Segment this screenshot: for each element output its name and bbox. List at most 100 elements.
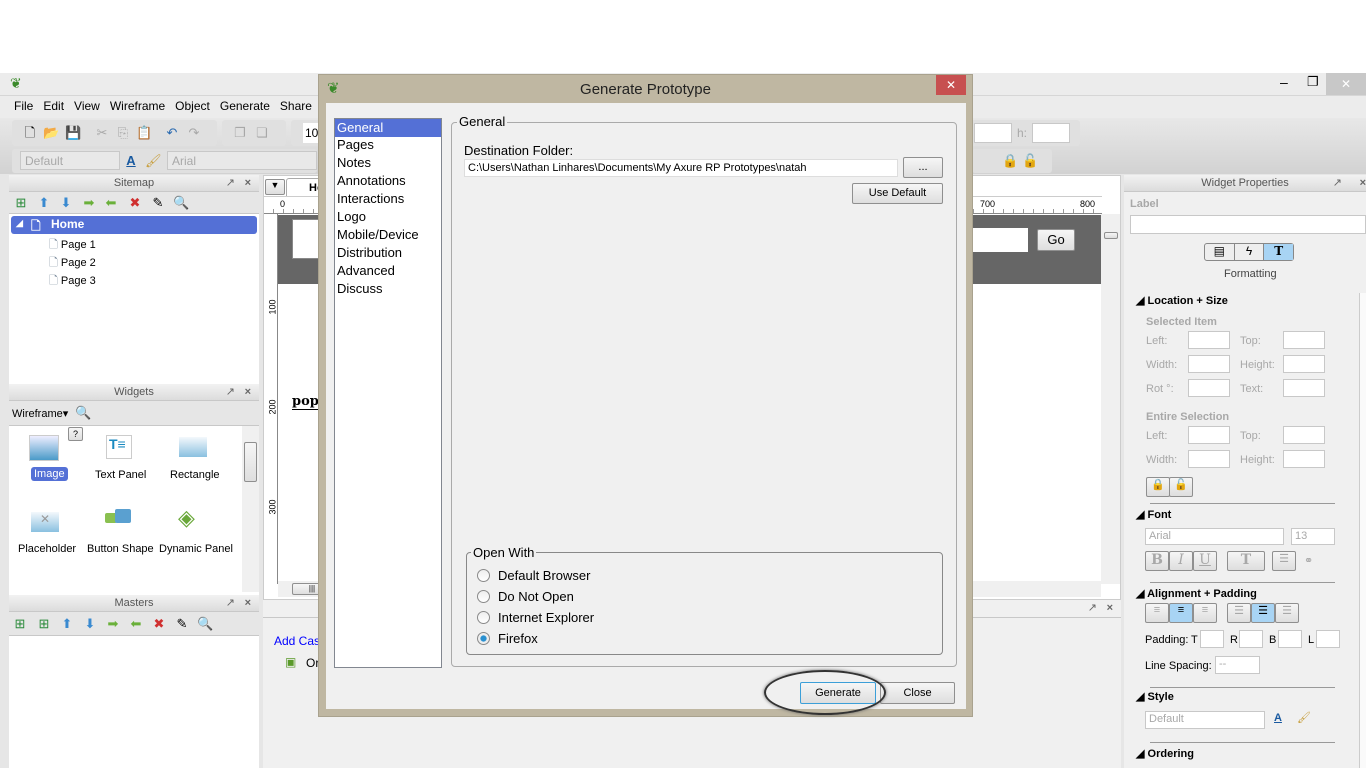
popout-icon[interactable]: ↗ (226, 595, 235, 612)
go-button[interactable]: Go (1037, 229, 1075, 251)
dialog-close-icon[interactable]: ✕ (936, 75, 966, 95)
padding-right-field[interactable] (1239, 630, 1263, 648)
padding-top-field[interactable] (1200, 630, 1224, 648)
nav-item-interactions[interactable]: Interactions (335, 191, 441, 209)
new-file-icon[interactable]: 🗋 (22, 125, 38, 141)
delete-icon[interactable]: ✖ (151, 616, 167, 632)
widget-dynamic-panel[interactable]: Dynamic Panel (159, 543, 233, 555)
menu-file[interactable]: File (14, 96, 38, 118)
maximize-button[interactable]: ❐ (1307, 74, 1319, 90)
scroll-thumb[interactable] (1104, 232, 1118, 239)
move-down-icon[interactable]: ⬇ (82, 616, 98, 632)
close-icon[interactable]: × (1360, 175, 1366, 192)
sitemap-item-page-1[interactable]: 🗋 Page 1 (49, 236, 96, 255)
align-top-icon[interactable]: ☰ (1227, 603, 1251, 623)
italic-button[interactable]: I (1169, 551, 1193, 571)
close-icon[interactable]: × (245, 175, 251, 192)
outdent-icon[interactable]: ⬅ (128, 616, 144, 632)
search-icon[interactable]: 🔍 (75, 405, 91, 421)
minimize-button[interactable]: – (1280, 74, 1288, 90)
scroll-thumb[interactable] (244, 442, 257, 482)
lock-icon[interactable]: 🔒 (1002, 153, 1018, 169)
send-back-icon[interactable]: ❏ (254, 125, 270, 141)
radio-do-not-open[interactable]: Do Not Open (477, 589, 574, 604)
nav-item-notes[interactable]: Notes (335, 155, 441, 173)
style-select[interactable]: Default (20, 151, 120, 170)
add-case-link[interactable]: Add Cas (274, 634, 320, 648)
popout-icon[interactable]: ↗ (226, 175, 235, 192)
unlock-icon[interactable]: 🔓 (1022, 153, 1038, 169)
sitemap-item-home[interactable]: ◢ 🗋 Home (11, 216, 257, 234)
popout-icon[interactable]: ↗ (1333, 175, 1342, 192)
nav-item-general[interactable]: General (335, 119, 441, 137)
close-icon[interactable]: × (245, 384, 251, 401)
indent-icon[interactable]: ➡ (81, 195, 97, 211)
padding-left-field[interactable] (1316, 630, 1340, 648)
nav-item-advanced[interactable]: Advanced (335, 263, 441, 281)
sitemap-item-page-2[interactable]: 🗋 Page 2 (49, 254, 96, 273)
align-left-icon[interactable]: ≡ (1145, 603, 1169, 623)
move-down-icon[interactable]: ⬇ (58, 195, 74, 211)
outdent-icon[interactable]: ⬅ (103, 195, 119, 211)
sel-top-field[interactable] (1283, 426, 1325, 444)
move-up-icon[interactable]: ⬆ (59, 616, 75, 632)
widget-placeholder[interactable]: Placeholder (18, 543, 76, 555)
widget-library-select[interactable]: Wireframe▾ (12, 407, 68, 420)
notes-tab-icon[interactable]: ▤ (1205, 244, 1235, 260)
menu-share[interactable]: Share (280, 96, 317, 118)
move-up-icon[interactable]: ⬆ (36, 195, 52, 211)
format-painter-text-icon[interactable]: A (123, 153, 139, 169)
nav-item-distribution[interactable]: Distribution (335, 245, 441, 263)
add-folder-icon[interactable]: ⊞ (12, 616, 28, 632)
label-input[interactable] (1130, 215, 1366, 234)
section-style[interactable]: ◢ Style (1136, 690, 1174, 703)
delete-page-icon[interactable]: ✖ (127, 195, 143, 211)
font-color-button[interactable]: T (1227, 551, 1265, 571)
widget-image[interactable]: Image (31, 467, 68, 481)
page-dropdown-button[interactable]: ▼ (265, 179, 285, 195)
nav-item-pages[interactable]: Pages (335, 137, 441, 155)
radio-default-browser[interactable]: Default Browser (477, 568, 590, 583)
nav-item-annotations[interactable]: Annotations (335, 173, 441, 191)
width-field[interactable] (1188, 355, 1230, 373)
nav-item-discuss[interactable]: Discuss (335, 281, 441, 299)
menu-object[interactable]: Object (175, 96, 215, 118)
properties-scrollbar[interactable] (1359, 293, 1366, 768)
lock-icon[interactable]: 🔒 (1146, 477, 1170, 497)
padding-bottom-field[interactable] (1278, 630, 1302, 648)
top-field[interactable] (1283, 331, 1325, 349)
font-size-select[interactable]: 13 (1291, 528, 1335, 545)
widgets-scrollbar[interactable] (242, 426, 259, 592)
menu-wireframe[interactable]: Wireframe (110, 96, 170, 118)
close-button[interactable]: Close (880, 682, 955, 704)
paste-icon[interactable]: 📋 (136, 125, 152, 141)
nav-item-logo[interactable]: Logo (335, 209, 441, 227)
underline-button[interactable]: U (1193, 551, 1217, 571)
w-field[interactable] (974, 123, 1012, 143)
bullet-list-icon[interactable]: ☰ (1272, 551, 1296, 571)
use-default-button[interactable]: Use Default (852, 183, 943, 204)
radio-button[interactable] (477, 590, 490, 603)
save-icon[interactable]: 💾 (65, 125, 81, 141)
align-center-icon[interactable]: ≡ (1169, 603, 1193, 623)
widget-text-panel[interactable]: Text Panel (95, 469, 146, 481)
search-icon[interactable]: 🔍 (197, 616, 213, 632)
style-select[interactable]: Default (1145, 711, 1265, 729)
sel-left-field[interactable] (1188, 426, 1230, 444)
cut-icon[interactable]: ✂ (94, 125, 110, 141)
sel-height-field[interactable] (1283, 450, 1325, 468)
section-alignment[interactable]: ◢ Alignment + Padding (1136, 587, 1257, 600)
radio-internet-explorer[interactable]: Internet Explorer (477, 610, 594, 625)
font-family-select[interactable]: Arial (1145, 528, 1284, 545)
menu-edit[interactable]: Edit (43, 96, 69, 118)
redo-icon[interactable]: ↷ (186, 125, 202, 141)
text-rotation-field[interactable] (1283, 379, 1325, 397)
paintbrush-icon[interactable]: 🖌 (145, 153, 162, 169)
menu-generate[interactable]: Generate (220, 96, 275, 118)
section-location-size[interactable]: ◢ Location + Size (1136, 294, 1228, 307)
close-icon[interactable]: × (1107, 600, 1113, 617)
generate-button[interactable]: Generate (800, 682, 876, 704)
unlock-icon[interactable]: 🔓 (1169, 477, 1193, 497)
menu-view[interactable]: View (74, 96, 105, 118)
indent-icon[interactable]: ➡ (105, 616, 121, 632)
